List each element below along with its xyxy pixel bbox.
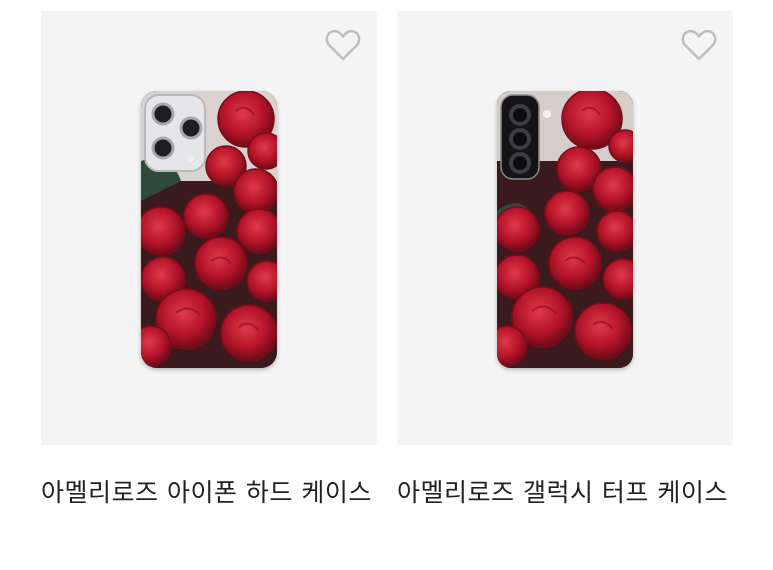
product-grid: 아멜리로즈 아이폰 하드 케이스 아멜리로즈 갤럭시 터프 케이스 xyxy=(0,0,773,570)
product-image-area[interactable] xyxy=(41,11,377,445)
wishlist-heart-icon[interactable] xyxy=(679,25,719,65)
product-image[interactable] xyxy=(141,91,277,368)
product-card[interactable]: 아멜리로즈 갤럭시 터프 케이스 xyxy=(397,11,733,513)
product-title[interactable]: 아멜리로즈 갤럭시 터프 케이스 xyxy=(397,473,733,513)
product-image-area[interactable] xyxy=(397,11,733,445)
product-title[interactable]: 아멜리로즈 아이폰 하드 케이스 xyxy=(41,473,377,513)
product-card[interactable]: 아멜리로즈 아이폰 하드 케이스 xyxy=(41,11,377,513)
product-image[interactable] xyxy=(497,91,633,368)
wishlist-heart-icon[interactable] xyxy=(323,25,363,65)
